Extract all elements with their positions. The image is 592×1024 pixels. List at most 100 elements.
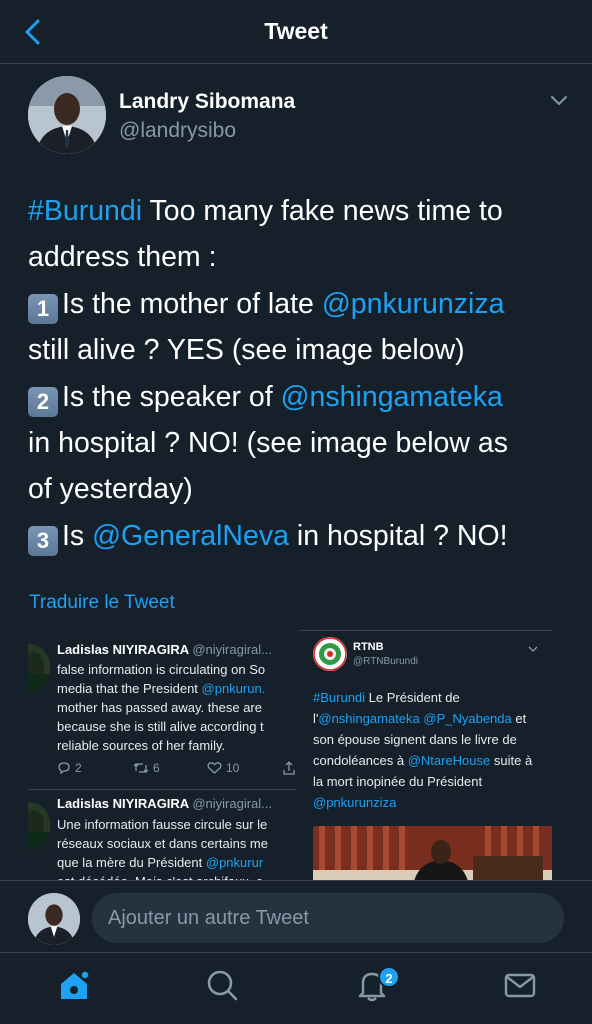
text-segment: Le Président de bbox=[365, 690, 460, 705]
mention-link[interactable]: @GeneralNeva bbox=[92, 520, 289, 552]
text-segment: Is the mother of late bbox=[62, 287, 322, 320]
text-segment: Une information fausse circule sur le bbox=[57, 817, 268, 832]
text-line: #Burundi Too many fake news time to bbox=[28, 188, 568, 234]
like-count: 10 bbox=[207, 761, 239, 775]
mention-link[interactable]: #Burundi bbox=[28, 195, 142, 227]
text-segment: because she is still alive according t bbox=[57, 719, 264, 734]
text-segment: que la mère du Président bbox=[57, 855, 206, 870]
text-line: media that the President @pnkurun. bbox=[57, 679, 265, 698]
text-segment: et bbox=[511, 711, 527, 726]
text-segment: mother has passed away. these are bbox=[57, 700, 262, 715]
text-segment: condoléances à bbox=[313, 753, 408, 768]
text-line: because she is still alive according t bbox=[57, 717, 265, 736]
reply-count: 2 bbox=[57, 761, 82, 775]
text-segment: false information is circulating on So bbox=[57, 662, 266, 677]
mention-link[interactable]: @pnkurun. bbox=[202, 681, 266, 696]
search-icon[interactable] bbox=[204, 967, 240, 1003]
text-line: false information is circulating on So bbox=[57, 660, 265, 679]
text-segment: suite à bbox=[490, 753, 533, 768]
number-keycap-icon: 2 bbox=[28, 386, 58, 417]
embedded-tweet-author: RTNB bbox=[353, 641, 384, 653]
heart-icon bbox=[207, 762, 222, 774]
mention-link[interactable]: @nshingamateka bbox=[318, 711, 419, 726]
mention-link[interactable]: @pnkurunziza bbox=[322, 288, 505, 320]
text-line: est décédée. Mais c'est archifaux, c bbox=[57, 872, 268, 880]
home-icon[interactable] bbox=[56, 967, 92, 1003]
reply-icon bbox=[58, 762, 70, 775]
text-line: 2 Is the speaker of @nshingamateka bbox=[28, 374, 568, 420]
text-segment: Is the speaker of bbox=[62, 380, 281, 413]
text-line: l'@nshingamateka @P_Nyabenda et bbox=[313, 708, 532, 729]
text-segment: Too many fake news time to bbox=[142, 195, 503, 227]
text-line: reliable sources of her family. bbox=[57, 736, 265, 755]
text-line: 3 Is @GeneralNeva in hospital ? NO! bbox=[28, 513, 568, 559]
text-segment: son épouse signent dans le livre de bbox=[313, 732, 517, 747]
mention-link[interactable]: @pnkurunziza bbox=[313, 795, 396, 810]
author-handle[interactable]: @landrysibo bbox=[119, 119, 236, 143]
author-avatar[interactable] bbox=[28, 76, 106, 154]
embedded-tweet-actions: 2 6 10 bbox=[57, 761, 296, 781]
notifications-badge: 2 bbox=[378, 966, 400, 988]
rtnb-logo bbox=[313, 637, 347, 671]
retweet-icon bbox=[133, 763, 149, 773]
mention-link[interactable]: @NtareHouse bbox=[408, 753, 491, 768]
translate-tweet-link[interactable]: Traduire le Tweet bbox=[29, 592, 175, 614]
text-line: still alive ? YES (see image below) bbox=[28, 327, 568, 373]
text-segment: in hospital ? NO! bbox=[288, 519, 508, 552]
text-segment: in hospital ? NO! (see image below as bbox=[28, 427, 508, 460]
text-line: la mort inopinée du Président bbox=[313, 771, 532, 792]
text-line: réseaux sociaux et dans certains me bbox=[57, 834, 268, 853]
retweet-count: 6 bbox=[133, 761, 160, 775]
text-segment: still alive ? YES (see image below) bbox=[28, 334, 465, 367]
user-avatar[interactable] bbox=[28, 893, 80, 945]
author-name[interactable]: Landry Sibomana bbox=[119, 90, 295, 114]
mention-link[interactable]: @nshingamateka bbox=[281, 381, 503, 413]
text-line: of yesterday) bbox=[28, 466, 568, 512]
embedded-tweet-text: Une information fausse circule sur le rés… bbox=[57, 815, 268, 880]
text-segment: address them : bbox=[28, 241, 217, 274]
text-line: que la mère du Président @pnkurur bbox=[57, 853, 268, 872]
tweet-author[interactable]: Landry Sibomana @landrysibo bbox=[28, 76, 568, 156]
text-line: condoléances à @NtareHouse suite à bbox=[313, 750, 532, 771]
top-bar: Tweet bbox=[0, 0, 592, 64]
text-segment: la mort inopinée du Président bbox=[313, 774, 483, 789]
text-segment: reliable sources of her family. bbox=[57, 738, 226, 753]
mention-link[interactable]: @P_Nyabenda bbox=[423, 711, 511, 726]
embedded-tweet-card: RTNB @RTNBurundi #Burundi Le Président d… bbox=[299, 630, 552, 880]
text-segment: of yesterday) bbox=[28, 473, 193, 506]
embedded-tweet-handle: @RTNBurundi bbox=[353, 656, 418, 667]
text-line: son épouse signent dans le livre de bbox=[313, 729, 532, 750]
number-keycap-icon: 3 bbox=[28, 525, 58, 556]
share-icon bbox=[283, 761, 295, 775]
embedded-avatar bbox=[28, 644, 50, 692]
bottom-tab-bar bbox=[0, 952, 592, 1024]
tweet-text: #Burundi Too many fake news time to addre… bbox=[28, 188, 568, 559]
text-segment: réseaux sociaux et dans certains me bbox=[57, 836, 268, 851]
embedded-tweet-author: Ladislas NIYIRAGIRA @niyiragiral... bbox=[57, 796, 273, 811]
embedded-tweet-text: #Burundi Le Président de l'@nshingamateka… bbox=[313, 687, 532, 813]
tweet-media[interactable]: Ladislas NIYIRAGIRA @niyiragiral... fals… bbox=[28, 630, 552, 880]
embedded-tweet-text: false information is circulating on So me… bbox=[57, 660, 265, 755]
add-tweet-input[interactable]: Ajouter un autre Tweet bbox=[92, 893, 564, 943]
text-line: address them : bbox=[28, 234, 568, 280]
number-keycap-icon: 1 bbox=[28, 293, 58, 324]
embedded-tweet-author: Ladislas NIYIRAGIRA @niyiragiral... bbox=[57, 642, 273, 657]
text-line: in hospital ? NO! (see image below as bbox=[28, 420, 568, 466]
text-line: Une information fausse circule sur le bbox=[57, 815, 268, 834]
messages-icon[interactable] bbox=[502, 967, 538, 1003]
media-image-left[interactable]: Ladislas NIYIRAGIRA @niyiragiral... fals… bbox=[28, 630, 296, 880]
mention-link[interactable]: #Burundi bbox=[313, 690, 365, 705]
text-line: @pnkurunziza bbox=[313, 792, 532, 813]
divider bbox=[28, 789, 296, 790]
text-segment: media that the President bbox=[57, 681, 202, 696]
text-line: mother has passed away. these are bbox=[57, 698, 265, 717]
text-line: 1 Is the mother of late @pnkurunziza bbox=[28, 281, 568, 327]
mention-link[interactable]: @pnkurur bbox=[206, 855, 263, 870]
embedded-photo bbox=[313, 826, 552, 880]
media-image-right[interactable]: RTNB @RTNBurundi #Burundi Le Président d… bbox=[298, 630, 552, 880]
text-segment: Is bbox=[62, 519, 93, 552]
text-line: #Burundi Le Président de bbox=[313, 687, 532, 708]
chevron-down-icon[interactable] bbox=[548, 90, 570, 112]
reply-composer: Ajouter un autre Tweet bbox=[0, 880, 592, 952]
embedded-avatar bbox=[28, 802, 50, 850]
